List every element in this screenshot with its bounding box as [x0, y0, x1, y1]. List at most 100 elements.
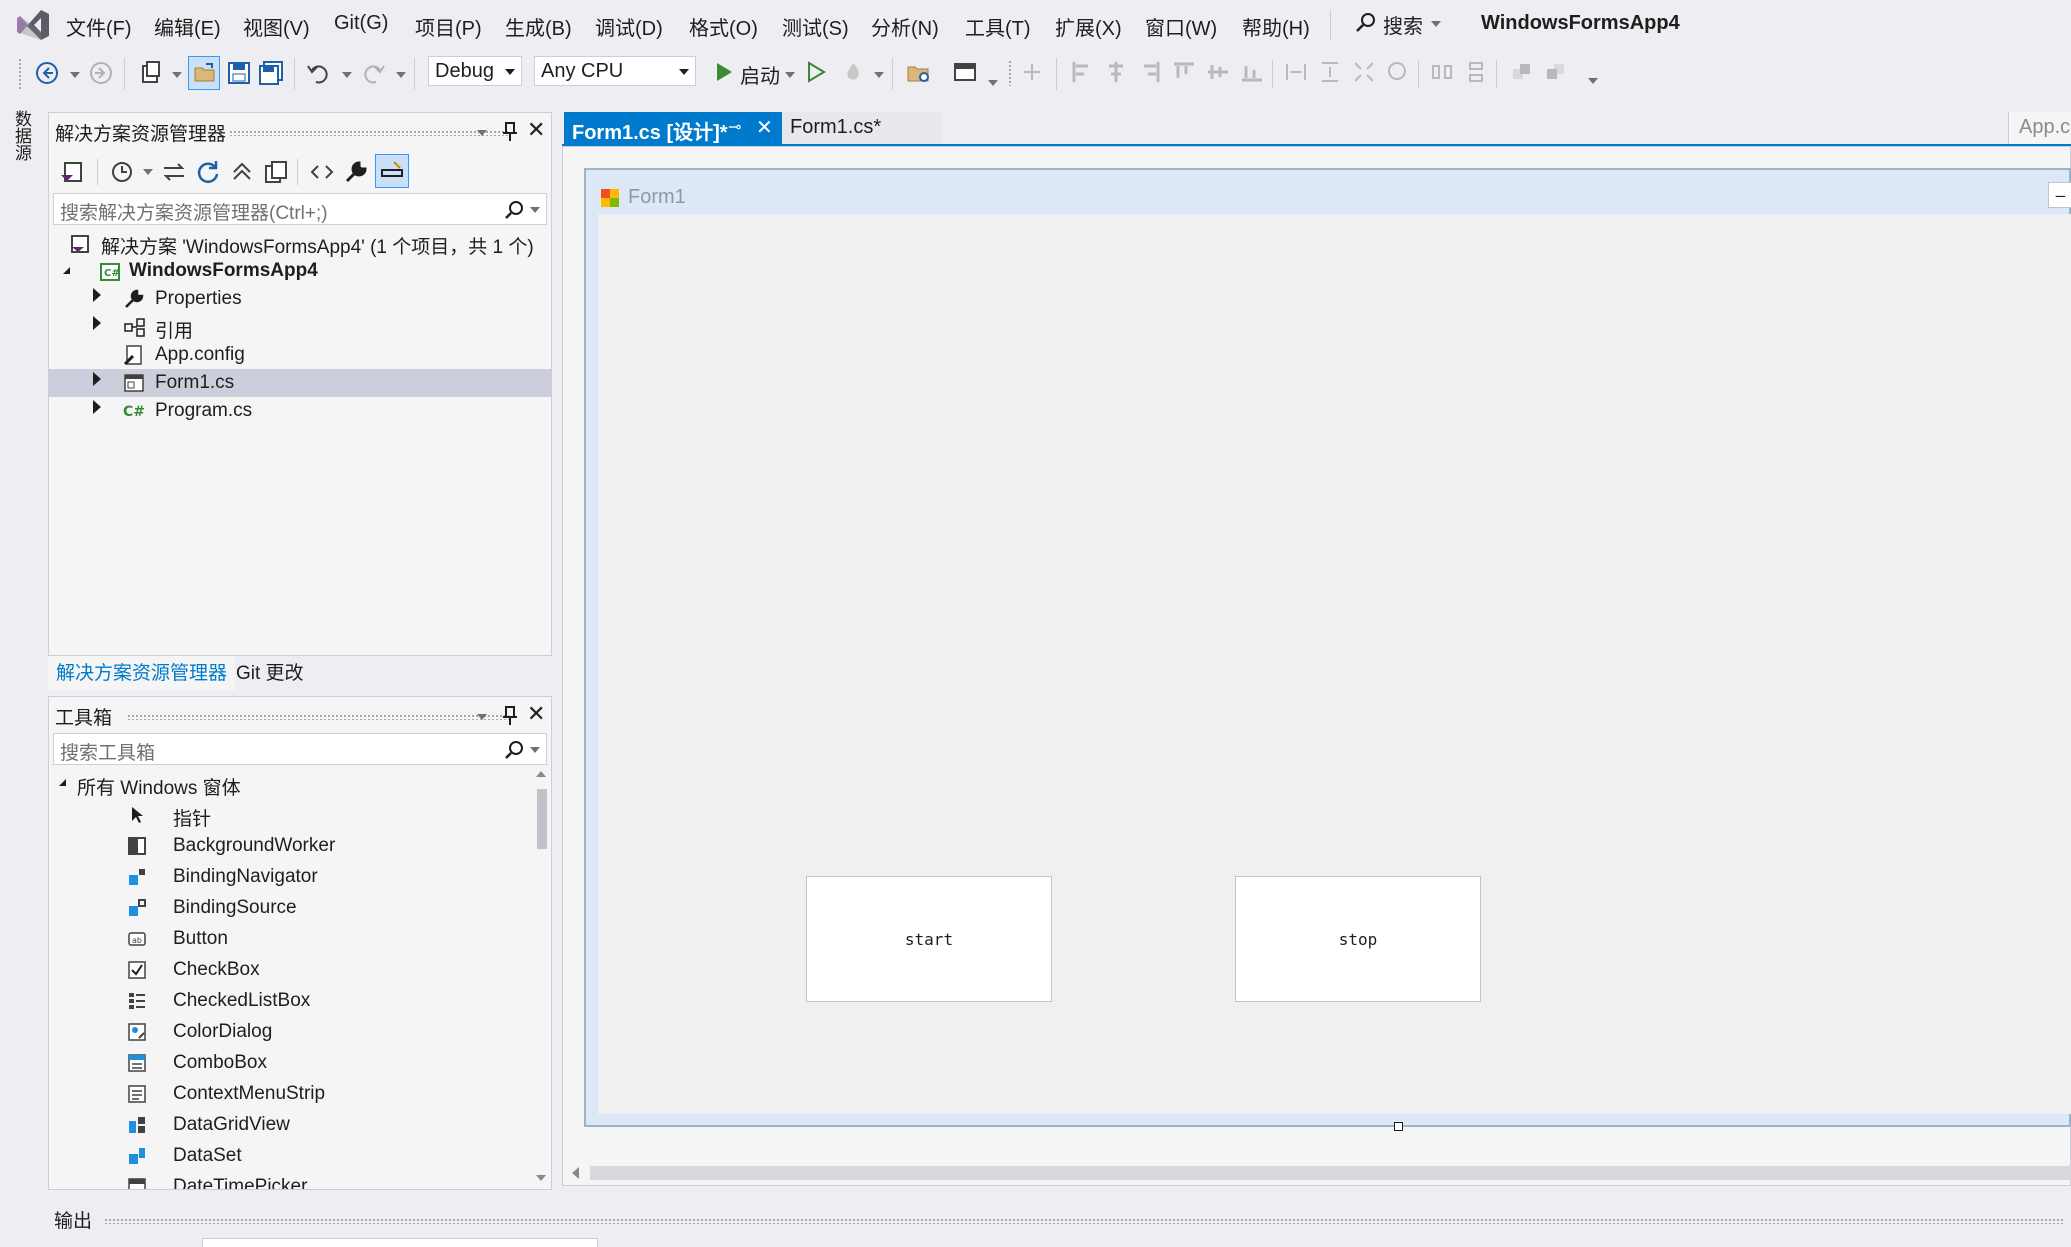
- vertical-spacing-icon[interactable]: [1464, 60, 1488, 84]
- window-layout-icon[interactable]: [952, 60, 978, 86]
- menu-file[interactable]: 文件(F): [66, 12, 132, 41]
- refresh-icon[interactable]: [195, 159, 221, 185]
- expand-arrow-icon[interactable]: [93, 400, 101, 414]
- align-rights-icon[interactable]: [1138, 60, 1162, 84]
- tab-form1-designer[interactable]: Form1.cs [设计]* ⊸ ✕: [564, 112, 782, 146]
- align-centers-icon[interactable]: [1104, 60, 1128, 84]
- view-code-icon[interactable]: [309, 159, 335, 185]
- new-project-icon[interactable]: [138, 60, 164, 86]
- align-lefts-icon[interactable]: [1070, 60, 1094, 84]
- collapse-arrow-icon[interactable]: [59, 779, 66, 786]
- menu-edit[interactable]: 编辑(E): [154, 12, 221, 41]
- tree-row-app-config[interactable]: App.config: [49, 341, 551, 369]
- toolbox-item[interactable]: ColorDialog: [49, 1017, 529, 1048]
- align-to-grid-icon[interactable]: [1020, 60, 1044, 84]
- pin-tab-icon[interactable]: ⊸: [728, 117, 741, 137]
- solution-configuration-select[interactable]: Debug: [428, 56, 522, 86]
- toolbox-item[interactable]: DataSet: [49, 1141, 529, 1172]
- window-position-icon[interactable]: [477, 714, 487, 720]
- menu-tools[interactable]: 工具(T): [965, 12, 1031, 41]
- toolbox-item[interactable]: ab Button: [49, 924, 529, 955]
- solution-search-input[interactable]: 搜索解决方案资源管理器(Ctrl+;): [53, 193, 547, 225]
- toolbox-group-header[interactable]: 所有 Windows 窗体: [49, 769, 529, 800]
- align-middles-icon[interactable]: [1206, 60, 1230, 84]
- tree-row-properties[interactable]: Properties: [49, 285, 551, 313]
- layout-overflow-icon[interactable]: [1588, 78, 1598, 84]
- tree-row-references[interactable]: 引用: [49, 313, 551, 342]
- hot-reload-dropdown-icon[interactable]: [874, 72, 884, 78]
- show-all-files-icon[interactable]: [263, 159, 289, 185]
- navigate-back-icon[interactable]: [34, 60, 60, 86]
- form-minimize-button[interactable]: –: [2048, 182, 2071, 208]
- toolbox-item[interactable]: DateTimePicker: [49, 1172, 529, 1189]
- tab-solution-explorer[interactable]: 解决方案资源管理器: [48, 656, 236, 690]
- toolbox-item[interactable]: BackgroundWorker: [49, 831, 529, 862]
- data-sources-tab[interactable]: 数据源: [10, 110, 34, 161]
- collapse-all-icon[interactable]: [229, 159, 255, 185]
- bring-to-front-icon[interactable]: [1510, 60, 1534, 84]
- toolbox-item[interactable]: BindingNavigator: [49, 862, 529, 893]
- menu-window[interactable]: 窗口(W): [1145, 12, 1217, 41]
- undo-icon[interactable]: [306, 60, 332, 86]
- stop-button[interactable]: stop: [1235, 876, 1481, 1002]
- hot-reload-icon[interactable]: [840, 60, 866, 86]
- collapse-arrow-icon[interactable]: [63, 267, 70, 274]
- toolbox-item[interactable]: ComboBox: [49, 1048, 529, 1079]
- menu-project[interactable]: 项目(P): [415, 12, 482, 41]
- expand-arrow-icon[interactable]: [93, 316, 101, 330]
- close-icon[interactable]: ✕: [527, 117, 545, 143]
- toolbox-item[interactable]: 指针: [49, 800, 529, 831]
- tab-form1-code[interactable]: Form1.cs*: [782, 112, 942, 146]
- scrollbar-thumb[interactable]: [537, 789, 547, 849]
- send-to-back-icon[interactable]: [1544, 60, 1568, 84]
- toolbar-grip[interactable]: [1008, 60, 1012, 86]
- tree-row-solution[interactable]: 解决方案 'WindowsFormsApp4' (1 个项目，共 1 个): [49, 229, 551, 258]
- open-file-button[interactable]: [188, 56, 220, 90]
- make-same-height-icon[interactable]: [1318, 60, 1342, 84]
- search-icon[interactable]: [504, 200, 524, 220]
- start-dropdown-icon[interactable]: [785, 72, 795, 78]
- new-dropdown-icon[interactable]: [172, 72, 182, 78]
- scroll-down-icon[interactable]: [536, 1175, 546, 1181]
- search-options-dropdown-icon[interactable]: [530, 747, 540, 753]
- window-position-icon[interactable]: [477, 130, 487, 136]
- resize-handle[interactable]: [1394, 1122, 1403, 1131]
- menu-analyze[interactable]: 分析(N): [871, 12, 939, 41]
- form-client-area[interactable]: start stop: [598, 214, 2071, 1114]
- preview-selected-items-button[interactable]: [375, 154, 409, 188]
- search-icon[interactable]: [504, 740, 524, 760]
- menu-build[interactable]: 生成(B): [505, 12, 572, 41]
- toolbox-item[interactable]: DataGridView: [49, 1110, 529, 1141]
- expand-arrow-icon[interactable]: [93, 372, 101, 386]
- size-to-grid-icon[interactable]: [1386, 60, 1410, 84]
- toolbox-item[interactable]: ContextMenuStrip: [49, 1079, 529, 1110]
- menu-git[interactable]: Git(G): [334, 12, 388, 35]
- start-without-debugging-icon[interactable]: [804, 60, 828, 84]
- menu-test[interactable]: 测试(S): [782, 12, 849, 41]
- scroll-left-icon[interactable]: [572, 1167, 579, 1179]
- align-tops-icon[interactable]: [1172, 60, 1196, 84]
- tree-row-program[interactable]: C# Program.cs: [49, 397, 551, 425]
- solution-platform-select[interactable]: Any CPU: [534, 56, 696, 86]
- properties-wrench-icon[interactable]: [343, 159, 369, 185]
- menu-format[interactable]: 格式(O): [689, 12, 758, 41]
- tab-app-config[interactable]: App.c: [2008, 112, 2071, 146]
- save-all-icon[interactable]: [258, 60, 284, 86]
- pin-icon[interactable]: [501, 705, 519, 727]
- horizontal-spacing-icon[interactable]: [1430, 60, 1454, 84]
- close-tab-icon[interactable]: ✕: [756, 115, 773, 140]
- scroll-up-icon[interactable]: [536, 771, 546, 777]
- make-same-width-icon[interactable]: [1284, 60, 1308, 84]
- make-same-size-icon[interactable]: [1352, 60, 1376, 84]
- layout-dropdown-icon[interactable]: [988, 80, 998, 86]
- designer-horizontal-scrollbar[interactable]: [590, 1166, 2071, 1180]
- toolbox-scrollbar[interactable]: [533, 769, 549, 1189]
- search-options-dropdown-icon[interactable]: [530, 207, 540, 213]
- toolbar-grip[interactable]: [18, 58, 22, 90]
- toolbox-search-input[interactable]: 搜索工具箱: [53, 733, 547, 765]
- pin-icon[interactable]: [501, 121, 519, 143]
- toolbox-item[interactable]: CheckedListBox: [49, 986, 529, 1017]
- expand-arrow-icon[interactable]: [93, 288, 101, 302]
- menu-debug[interactable]: 调试(D): [595, 12, 663, 41]
- undo-dropdown-icon[interactable]: [342, 72, 352, 78]
